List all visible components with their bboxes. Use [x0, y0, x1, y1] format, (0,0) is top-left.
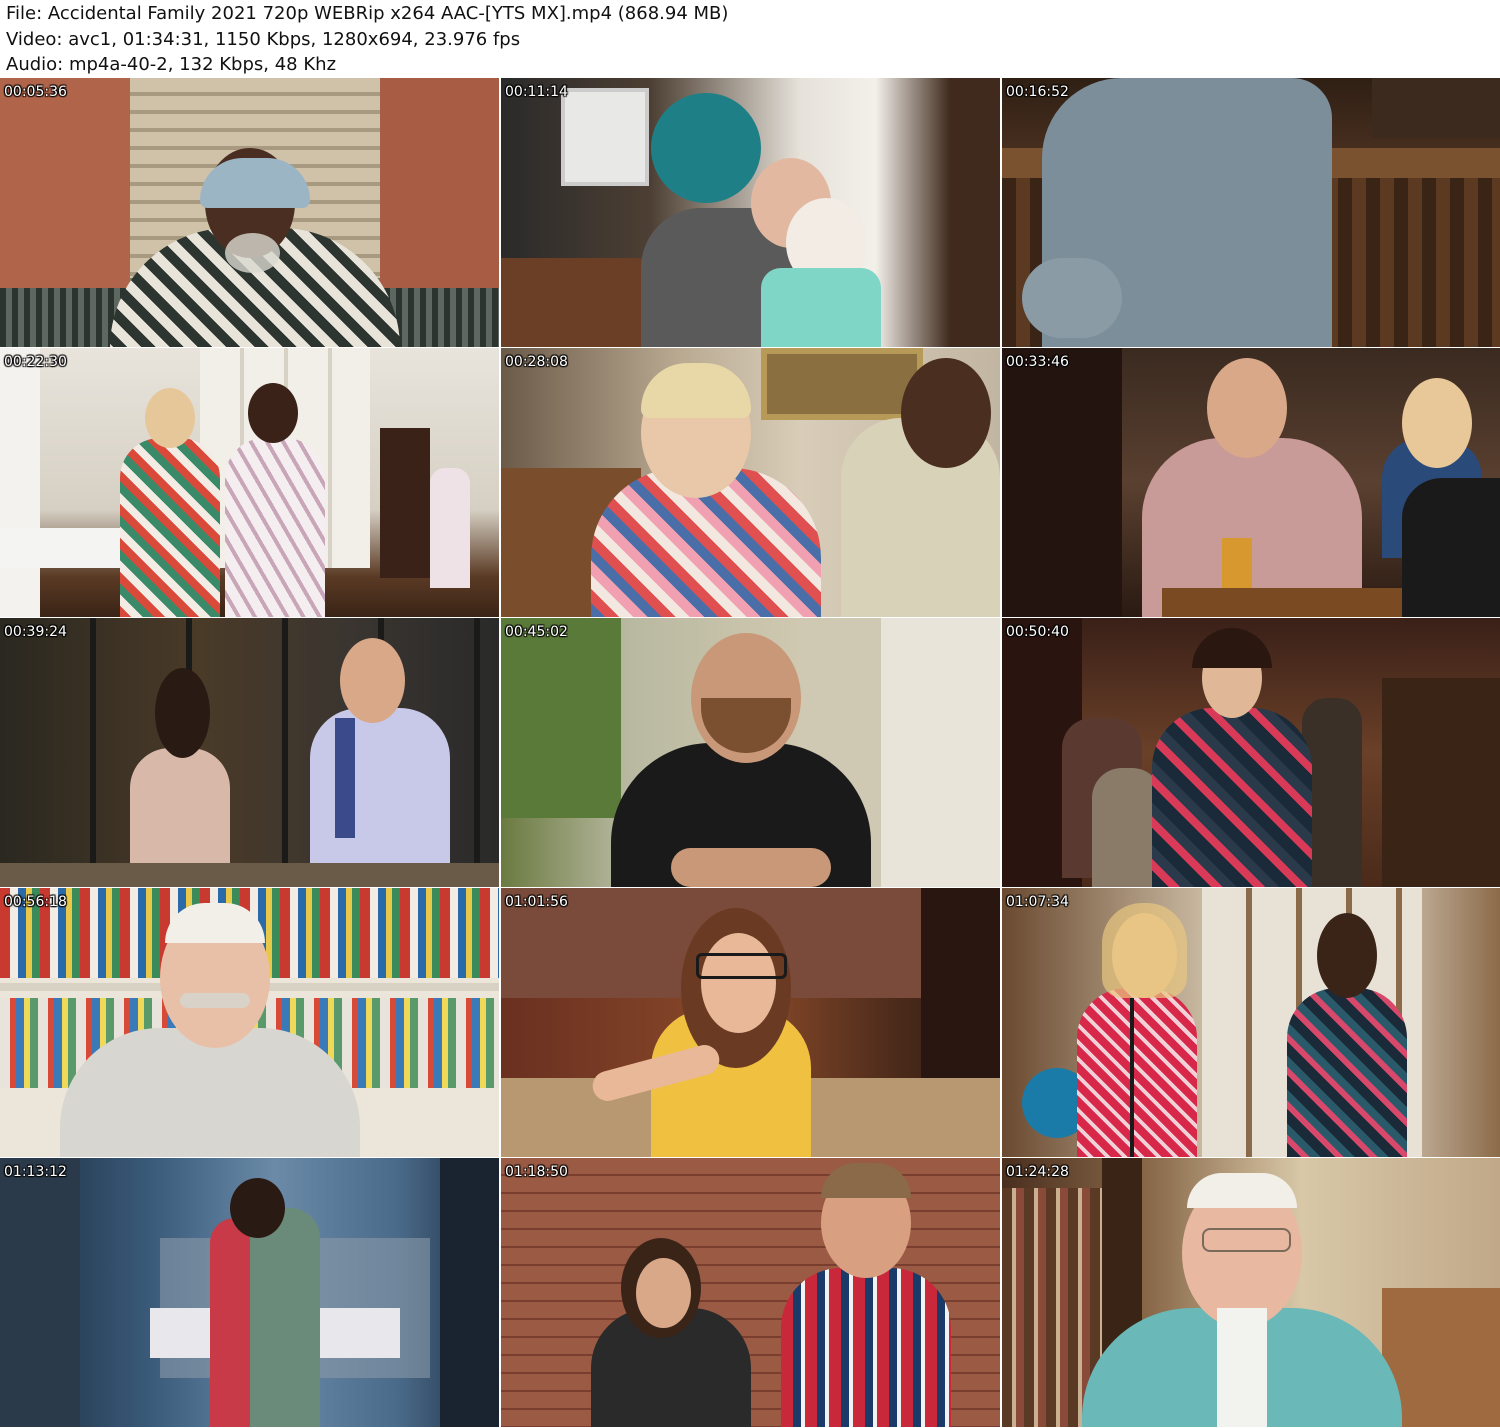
timestamp-label: 00:39:24 [4, 624, 67, 640]
thumbnail-frame: 01:13:12 [0, 1158, 499, 1427]
timestamp-label: 01:24:28 [1006, 1164, 1069, 1180]
timestamp-label: 00:33:46 [1006, 354, 1069, 370]
timestamp-label: 00:22:30 [4, 354, 67, 370]
scene-image [501, 78, 1000, 347]
timestamp-label: 00:50:40 [1006, 624, 1069, 640]
thumbnail-frame: 00:56:18 [0, 888, 499, 1157]
scene-image [1002, 78, 1500, 347]
video-info-line: Video: avc1, 01:34:31, 1150 Kbps, 1280x6… [6, 29, 521, 50]
timestamp-label: 00:05:36 [4, 84, 67, 100]
scene-image [1002, 888, 1500, 1157]
thumbnail-frame: 01:01:56 [501, 888, 1000, 1157]
thumbnail-frame: 00:22:30 [0, 348, 499, 617]
thumbnail-frame: 00:33:46 [1002, 348, 1500, 617]
timestamp-label: 00:28:08 [505, 354, 568, 370]
timestamp-label: 01:07:34 [1006, 894, 1069, 910]
thumbnail-frame: 01:24:28 [1002, 1158, 1500, 1427]
thumbnail-grid: 00:05:36 00:11:14 00:16:52 00:22:30 00:2… [0, 78, 1500, 1428]
timestamp-label: 01:18:50 [505, 1164, 568, 1180]
scene-image [1002, 1158, 1500, 1427]
scene-image [0, 348, 499, 617]
thumbnail-frame: 00:16:52 [1002, 78, 1500, 347]
timestamp-label: 00:11:14 [505, 84, 568, 100]
scene-image [501, 1158, 1000, 1427]
file-info-line: File: Accidental Family 2021 720p WEBRip… [6, 3, 729, 24]
scene-image [501, 348, 1000, 617]
scene-image [0, 78, 499, 347]
audio-info-line: Audio: mp4a-40-2, 132 Kbps, 48 Khz [6, 54, 337, 75]
thumbnail-frame: 00:39:24 [0, 618, 499, 887]
scene-image [0, 1158, 499, 1427]
timestamp-label: 01:13:12 [4, 1164, 67, 1180]
timestamp-label: 00:45:02 [505, 624, 568, 640]
thumbnail-frame: 00:28:08 [501, 348, 1000, 617]
thumbnail-frame: 00:05:36 [0, 78, 499, 347]
scene-image [501, 618, 1000, 887]
file-info-header: File: Accidental Family 2021 720p WEBRip… [0, 0, 1500, 78]
scene-image [1002, 618, 1500, 887]
timestamp-label: 00:56:18 [4, 894, 67, 910]
thumbnail-frame: 00:45:02 [501, 618, 1000, 887]
thumbnail-frame: 00:11:14 [501, 78, 1000, 347]
scene-image [0, 618, 499, 887]
thumbnail-frame: 01:18:50 [501, 1158, 1000, 1427]
timestamp-label: 01:01:56 [505, 894, 568, 910]
thumbnail-frame: 01:07:34 [1002, 888, 1500, 1157]
scene-image [0, 888, 499, 1157]
timestamp-label: 00:16:52 [1006, 84, 1069, 100]
thumbnail-frame: 00:50:40 [1002, 618, 1500, 887]
scene-image [501, 888, 1000, 1157]
scene-image [1002, 348, 1500, 617]
